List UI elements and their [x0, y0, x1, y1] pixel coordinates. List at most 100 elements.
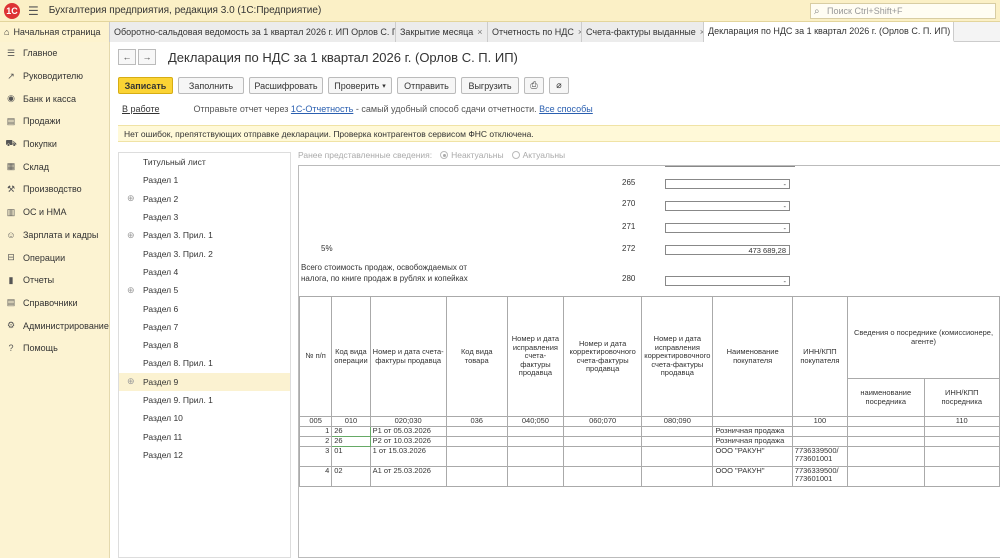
sidebar-item-11[interactable]: ▤ Справочники — [0, 292, 109, 315]
row-correction[interactable] — [506, 465, 565, 487]
row-correction[interactable] — [506, 435, 565, 447]
tab-invoices[interactable]: Счета-фактуры выданные× — [582, 22, 704, 42]
row-goods-code[interactable] — [445, 435, 508, 447]
row-buyer[interactable]: ООО "РАКУН" — [712, 445, 793, 467]
row-agent-name[interactable] — [847, 465, 925, 487]
row-invoice[interactable]: Р2 от 10.03.2026 — [369, 435, 447, 447]
section-item-8[interactable]: Раздел 6 — [119, 299, 290, 317]
expand-icon[interactable]: ⊕ — [127, 285, 135, 296]
check-button[interactable]: Проверить ▾ — [328, 77, 392, 94]
line-272-field[interactable]: 473 689,28 — [665, 245, 790, 255]
row-operation-code[interactable]: 26 — [331, 435, 371, 447]
row-buyer[interactable]: Розничная продажа — [712, 435, 793, 447]
row-invoice[interactable]: Р1 от 05.03.2026 — [369, 425, 447, 437]
export-button[interactable]: Выгрузить — [461, 77, 519, 94]
row-number[interactable]: 3 — [299, 445, 333, 467]
main-menu-icon[interactable]: ☰ — [28, 4, 39, 18]
section-item-5[interactable]: Раздел 3. Прил. 2 — [119, 244, 290, 262]
line-265-field[interactable]: - — [665, 179, 790, 189]
section-item-3[interactable]: Раздел 3 — [119, 208, 290, 226]
global-search-input[interactable]: ⌕ Поиск Ctrl+Shift+F — [810, 3, 996, 19]
sidebar-item-3[interactable]: ▤ Продажи — [0, 110, 109, 133]
decode-button[interactable]: Расшифровать — [249, 77, 323, 94]
sidebar-item-4[interactable]: ⛟ Покупки — [0, 133, 109, 156]
sidebar-item-6[interactable]: ⚒ Производство — [0, 178, 109, 201]
row-adj-correction[interactable] — [641, 445, 714, 467]
report-state-link[interactable]: В работе — [122, 104, 160, 114]
fill-button[interactable]: Заполнить — [178, 77, 244, 94]
row-agent-name[interactable] — [847, 445, 925, 467]
section-item-7[interactable]: ⊕ Раздел 5 — [119, 281, 290, 299]
section-item-10[interactable]: Раздел 8 — [119, 336, 290, 354]
back-button[interactable]: ← — [118, 49, 136, 65]
row-buyer[interactable]: Розничная продажа — [712, 425, 793, 437]
table-row[interactable]: 2 26 Р2 от 10.03.2026 Розничная продажа — [299, 435, 1000, 447]
row-adjustment[interactable] — [563, 435, 643, 447]
section-item-4[interactable]: ⊕ Раздел 3. Прил. 1 — [119, 226, 290, 244]
row-adjustment[interactable] — [563, 465, 643, 487]
section-item-2[interactable]: ⊕ Раздел 2 — [119, 190, 290, 208]
expand-icon[interactable]: ⊕ — [127, 230, 135, 241]
section-item-15[interactable]: Раздел 11 — [119, 427, 290, 445]
row-buyer[interactable]: ООО "РАКУН" — [712, 465, 793, 487]
line-271-field[interactable]: - — [665, 223, 790, 233]
row-number[interactable]: 2 — [299, 435, 333, 447]
sidebar-item-8[interactable]: ☺ Зарплата и кадры — [0, 224, 109, 247]
table-row[interactable]: 3 01 1 от 15.03.2026 ООО "РАКУН" 7736339500/… — [299, 445, 1000, 467]
sidebar-item-9[interactable]: ⊟ Операции — [0, 246, 109, 269]
row-goods-code[interactable] — [445, 465, 508, 487]
tab-declaration[interactable]: Декларация по НДС за 1 квартал 2026 г. (… — [704, 22, 954, 42]
row-adj-correction[interactable] — [641, 435, 714, 447]
row-agent-inn[interactable] — [923, 465, 1000, 487]
attach-icon[interactable]: ⌀ — [549, 77, 569, 94]
row-inn[interactable]: 7736339500/773601001 — [791, 445, 849, 467]
row-operation-code[interactable]: 26 — [331, 425, 371, 437]
table-row[interactable]: 1 26 Р1 от 05.03.2026 Розничная продажа — [299, 425, 1000, 437]
close-icon[interactable]: × — [477, 27, 482, 37]
sidebar-item-10[interactable]: ▮ Отчеты — [0, 269, 109, 292]
row-agent-name[interactable] — [847, 425, 925, 437]
row-adjustment[interactable] — [563, 425, 643, 437]
section-item-12[interactable]: ⊕ Раздел 9 — [119, 372, 290, 391]
row-number[interactable]: 1 — [299, 425, 333, 437]
row-agent-name[interactable] — [847, 435, 925, 447]
forward-button[interactable]: → — [138, 49, 156, 65]
row-correction[interactable] — [506, 445, 565, 467]
row-operation-code[interactable]: 02 — [331, 465, 371, 487]
row-agent-inn[interactable] — [923, 425, 1000, 437]
tab-home[interactable]: ⌂ Начальная страница — [0, 22, 110, 42]
row-goods-code[interactable] — [445, 445, 508, 467]
row-number[interactable]: 4 — [299, 465, 333, 487]
row-agent-inn[interactable] — [923, 435, 1000, 447]
row-inn[interactable] — [791, 425, 849, 437]
sidebar-item-5[interactable]: ▦ Склад — [0, 155, 109, 178]
row-invoice[interactable]: А1 от 25.03.2026 — [369, 465, 447, 487]
sidebar-item-1[interactable]: ↗ Руководителю — [0, 65, 109, 88]
sidebar-item-0[interactable]: ☰ Главное — [0, 42, 109, 65]
section-item-11[interactable]: Раздел 8. Прил. 1 — [119, 354, 290, 372]
row-invoice[interactable]: 1 от 15.03.2026 — [369, 445, 447, 467]
tab-osv[interactable]: Оборотно-сальдовая ведомость за 1 кварта… — [110, 22, 396, 42]
tab-month-close[interactable]: Закрытие месяца × — [396, 22, 488, 42]
row-operation-code[interactable]: 01 — [331, 445, 371, 467]
expand-icon[interactable]: ⊕ — [127, 193, 135, 204]
radio-actual[interactable] — [511, 151, 520, 159]
row-adj-correction[interactable] — [641, 425, 714, 437]
section-item-0[interactable]: Титульный лист — [119, 153, 290, 171]
section-item-9[interactable]: Раздел 7 — [119, 318, 290, 336]
table-row[interactable]: 4 02 А1 от 25.03.2026 ООО "РАКУН" 7736339500… — [299, 465, 1000, 487]
line-270-field[interactable]: - — [665, 201, 790, 211]
radio-outdated[interactable] — [440, 151, 449, 159]
sidebar-item-13[interactable]: ? Помощь — [0, 337, 109, 360]
row-correction[interactable] — [506, 425, 565, 437]
section-item-14[interactable]: Раздел 10 — [119, 409, 290, 427]
expand-icon[interactable]: ⊕ — [127, 376, 135, 387]
send-button[interactable]: Отправить — [397, 77, 456, 94]
tab-vat-reports[interactable]: Отчетность по НДС× — [488, 22, 582, 42]
row-inn[interactable]: 7736339500/773601001 — [791, 465, 849, 487]
save-button[interactable]: Записать — [118, 77, 173, 94]
row-adjustment[interactable] — [563, 445, 643, 467]
row-adj-correction[interactable] — [641, 465, 714, 487]
all-methods-link[interactable]: Все способы — [539, 104, 593, 114]
line-280-field[interactable]: - — [665, 276, 790, 286]
